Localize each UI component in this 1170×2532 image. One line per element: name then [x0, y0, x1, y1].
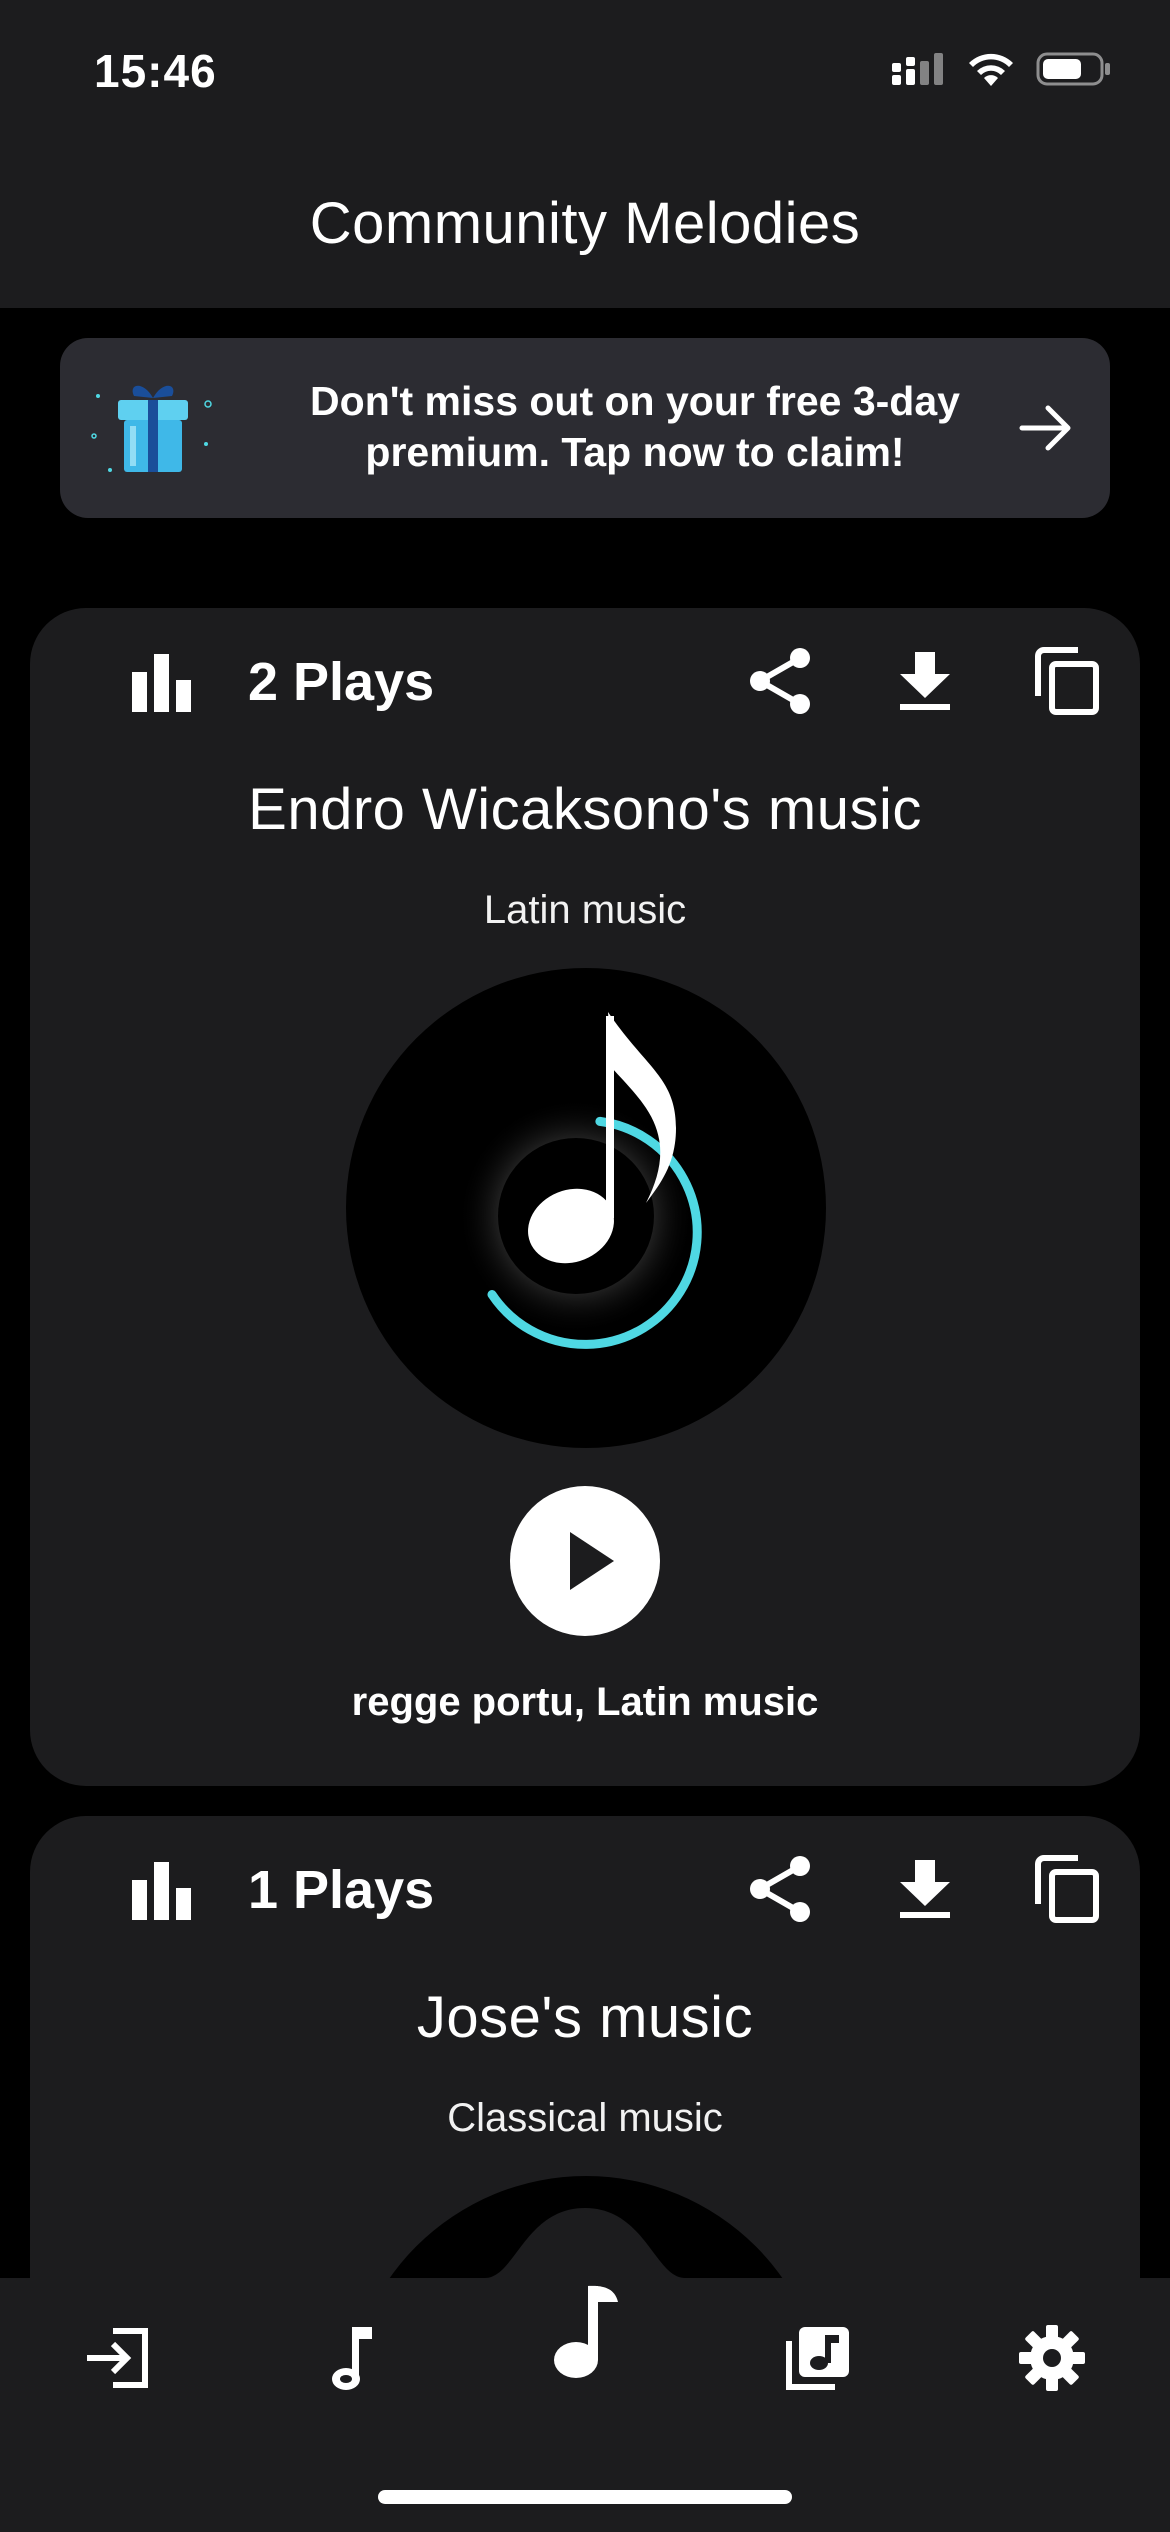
music-note-icon	[332, 2327, 372, 2390]
copy-icon[interactable]	[1032, 646, 1102, 716]
download-icon[interactable]	[890, 646, 960, 716]
tab-create-music[interactable]	[540, 2278, 630, 2388]
copy-icon[interactable]	[1032, 1854, 1102, 1924]
gear-icon	[1019, 2325, 1085, 2391]
page-title: Community Melodies	[309, 191, 861, 256]
status-bar: 15:46	[0, 0, 1170, 150]
bar-chart-icon	[132, 654, 191, 712]
status-time: 15:46	[94, 45, 217, 97]
music-disc-artwork	[346, 968, 826, 1448]
melody-card[interactable]: 2 Plays Endro Wicaksono's music Latin mu…	[30, 608, 1140, 1786]
gift-icon	[91, 385, 212, 472]
melody-genre: Classical music	[447, 2096, 723, 2140]
arrow-right-icon[interactable]	[1016, 398, 1076, 458]
tab-sign-in[interactable]	[78, 2318, 158, 2398]
play-count: 2 Plays	[248, 652, 435, 712]
melody-title: Endro Wicaksono's music	[248, 777, 922, 842]
home-indicator	[378, 2490, 792, 2504]
cellular-icon	[892, 53, 943, 85]
premium-promo-banner[interactable]: Don't miss out on your free 3-day premiu…	[60, 338, 1110, 518]
wifi-icon	[969, 53, 1013, 86]
melody-genre: Latin music	[483, 888, 687, 932]
sign-in-icon	[87, 2328, 148, 2388]
create-music-icon	[554, 2285, 618, 2378]
melody-tags: regge portu, Latin music	[351, 1680, 819, 1724]
play-count: 1 Plays	[248, 1860, 435, 1920]
download-icon[interactable]	[890, 1854, 960, 1924]
promo-text: Don't miss out on your free 3-day premiu…	[310, 378, 960, 475]
library-icon	[786, 2327, 849, 2390]
melody-title: Jose's music	[416, 1985, 754, 2050]
play-icon	[570, 1532, 614, 1590]
battery-icon	[1036, 52, 1110, 86]
nav-bar: Community Melodies	[0, 150, 1170, 308]
tab-settings[interactable]	[1012, 2318, 1092, 2398]
play-button[interactable]	[510, 1486, 660, 1636]
share-icon[interactable]	[746, 1854, 816, 1924]
tab-library[interactable]	[778, 2318, 858, 2398]
share-icon[interactable]	[746, 646, 816, 716]
status-icons	[890, 50, 1112, 88]
bar-chart-icon	[132, 1862, 191, 1920]
tab-music[interactable]	[310, 2318, 390, 2398]
